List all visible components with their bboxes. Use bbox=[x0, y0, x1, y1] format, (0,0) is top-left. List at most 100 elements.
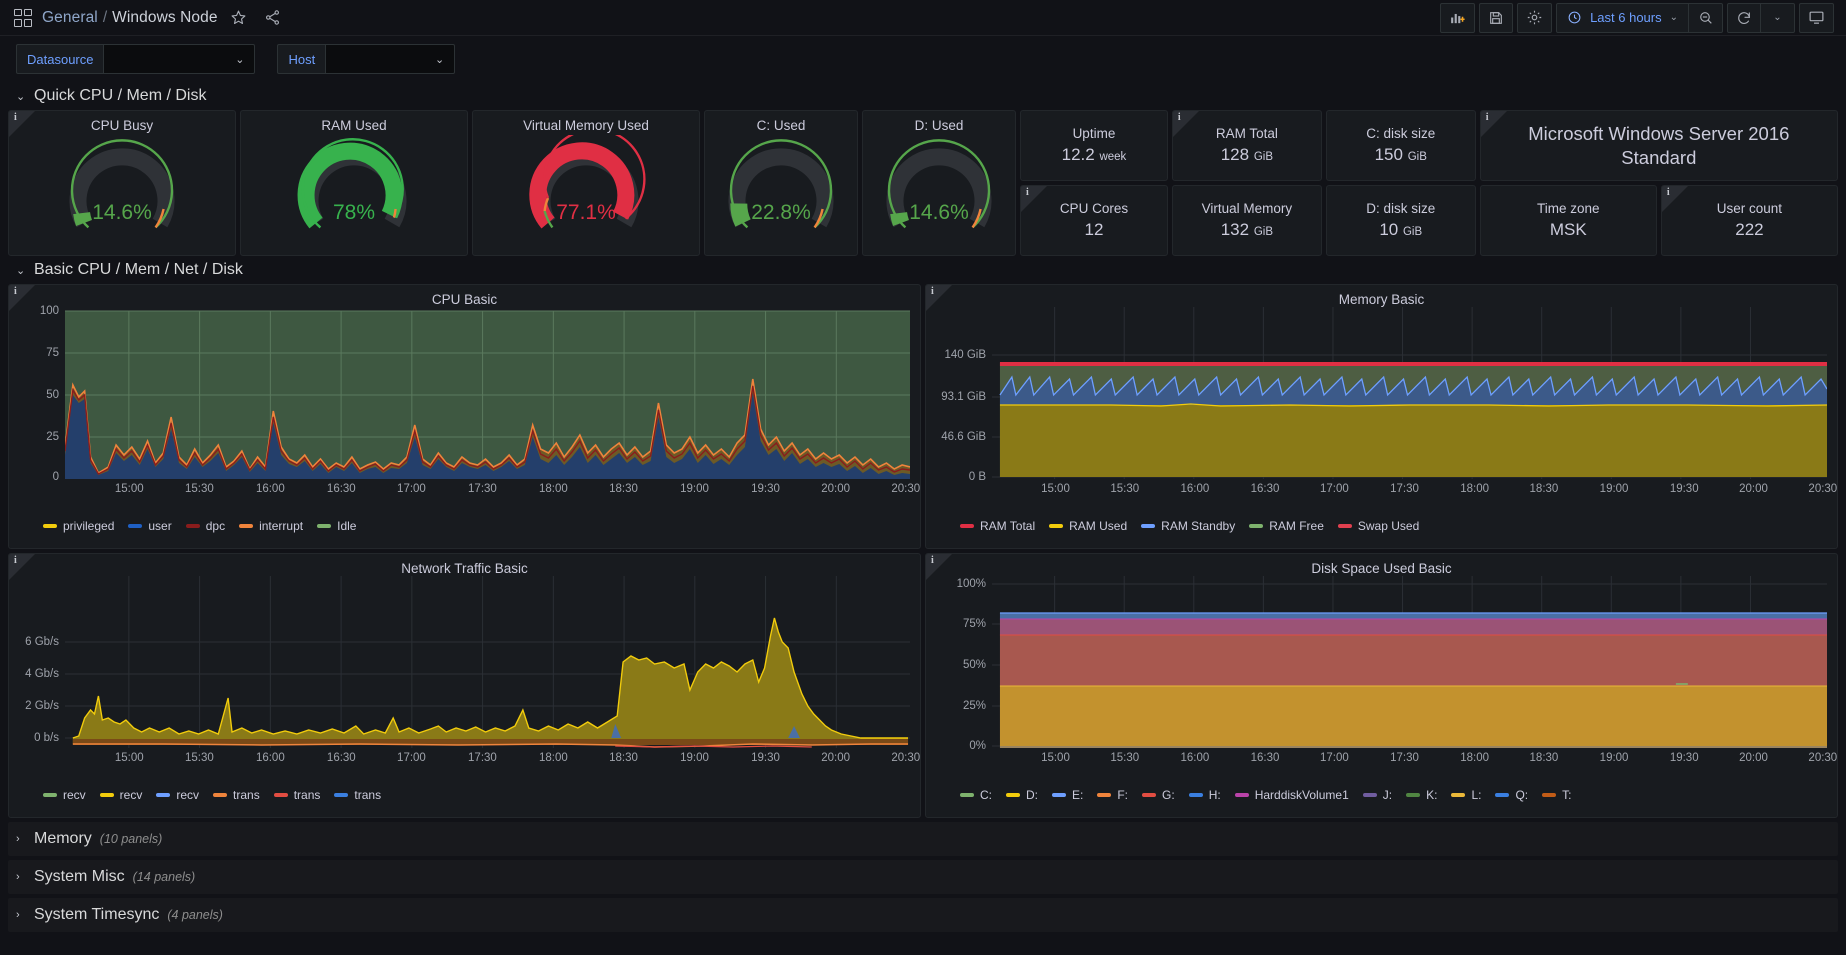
panel-d-used: D: Used 14.6% bbox=[862, 110, 1016, 256]
legend-item[interactable]: dpc bbox=[185, 519, 225, 533]
legend-item[interactable]: Q: bbox=[1495, 788, 1528, 802]
save-dashboard-button[interactable] bbox=[1479, 2, 1514, 33]
legend-label: Q: bbox=[1515, 788, 1529, 802]
legend-label: G: bbox=[1162, 788, 1175, 802]
legend-item[interactable]: RAM Used bbox=[1049, 519, 1127, 533]
info-icon[interactable]: i bbox=[1486, 112, 1489, 123]
legend-item[interactable]: trans bbox=[213, 788, 260, 802]
legend-item[interactable]: interrupt bbox=[239, 519, 303, 533]
legend-item[interactable]: trans bbox=[273, 788, 320, 802]
dashboard-grid-icon[interactable] bbox=[14, 8, 32, 27]
legend-item[interactable]: RAM Free bbox=[1249, 519, 1324, 533]
gauge-ram-used: 78% bbox=[241, 135, 467, 240]
y-tick: 46.6 GiB bbox=[941, 431, 986, 443]
legend-item[interactable]: H: bbox=[1188, 788, 1221, 802]
row-header-memory[interactable]: › Memory (10 panels) bbox=[8, 822, 1838, 856]
plot-area-disk-space[interactable] bbox=[992, 576, 1827, 748]
info-icon[interactable]: i bbox=[14, 286, 17, 297]
legend-swatch bbox=[1006, 793, 1020, 797]
panel-memory-basic: i Memory Basic 140 GiB 93.1 GiB 46.6 GiB… bbox=[925, 284, 1838, 549]
legend-swatch bbox=[1451, 793, 1466, 797]
legend-label: RAM Free bbox=[1269, 519, 1324, 533]
row-header-system-misc[interactable]: › System Misc (14 panels) bbox=[8, 860, 1838, 894]
panel-os-version: i Microsoft Windows Server 2016 Standard bbox=[1479, 110, 1838, 181]
panel-title: RAM Total bbox=[1215, 126, 1278, 141]
info-icon[interactable]: i bbox=[1178, 112, 1181, 123]
legend-item[interactable]: recv bbox=[99, 788, 142, 802]
row-header-quick-cpu-mem-disk[interactable]: ⌄ Quick CPU / Mem / Disk bbox=[0, 82, 1846, 110]
legend-swatch bbox=[43, 793, 57, 797]
panel-title: D: disk size bbox=[1366, 201, 1436, 216]
share-icon[interactable] bbox=[260, 5, 286, 31]
legend-swatch bbox=[1362, 793, 1377, 797]
legend-label: E: bbox=[1072, 788, 1084, 802]
gauge-value-text: 78% bbox=[333, 201, 375, 224]
legend-item[interactable]: Idle bbox=[317, 519, 356, 533]
legend-item[interactable]: J: bbox=[1362, 788, 1392, 802]
y-tick: 25 bbox=[46, 431, 59, 443]
info-icon[interactable]: i bbox=[14, 555, 17, 566]
refresh-button[interactable] bbox=[1727, 2, 1761, 33]
add-panel-button[interactable] bbox=[1440, 2, 1476, 33]
legend-item[interactable]: HarddiskVolume1 bbox=[1234, 788, 1349, 802]
legend-swatch bbox=[99, 793, 114, 797]
breadcrumb-current[interactable]: Windows Node bbox=[112, 9, 217, 27]
legend-item[interactable]: RAM Standby bbox=[1141, 519, 1235, 533]
star-icon[interactable] bbox=[226, 5, 252, 31]
host-select[interactable]: ⌄ bbox=[325, 44, 456, 74]
panel-title: User count bbox=[1716, 201, 1783, 216]
panel-d-disk-size: D: disk size 10 GiB bbox=[1325, 185, 1476, 256]
legend-item[interactable]: G: bbox=[1142, 788, 1175, 802]
legend-item[interactable]: trans bbox=[334, 788, 381, 802]
info-icon[interactable]: i bbox=[1026, 187, 1029, 198]
row-title: System Misc bbox=[34, 868, 125, 885]
legend-item[interactable]: E: bbox=[1052, 788, 1083, 802]
info-icon[interactable]: i bbox=[1667, 187, 1670, 198]
plot-area-memory-basic[interactable] bbox=[992, 307, 1827, 479]
legend-item[interactable]: recv bbox=[156, 788, 199, 802]
legend-swatch bbox=[1542, 793, 1557, 797]
legend-item[interactable]: C: bbox=[960, 788, 992, 802]
legend-swatch bbox=[1337, 524, 1352, 528]
info-icon[interactable]: i bbox=[14, 112, 17, 123]
row-header-system-timesync[interactable]: › System Timesync (4 panels) bbox=[8, 898, 1838, 932]
gauge-value-text: 77.1% bbox=[556, 201, 616, 224]
plot-area-network-basic[interactable] bbox=[65, 576, 910, 748]
row-header-basic-cpu-mem-net-disk[interactable]: ⌄ Basic CPU / Mem / Net / Disk bbox=[0, 256, 1846, 284]
time-range-picker[interactable]: Last 6 hours ⌄ bbox=[1556, 2, 1689, 33]
tv-mode-button[interactable] bbox=[1799, 2, 1834, 33]
panel-info-corner bbox=[1172, 111, 1199, 137]
info-icon[interactable]: i bbox=[931, 286, 934, 297]
chart-body: 6 Gb/s 4 Gb/s 2 Gb/s 0 b/s 15:00 15:30 1… bbox=[9, 576, 920, 782]
variable-datasource: Datasource ⌄ bbox=[16, 44, 256, 74]
legend-item[interactable]: RAM Total bbox=[960, 519, 1035, 533]
dashboard-settings-button[interactable] bbox=[1517, 2, 1553, 33]
legend-item[interactable]: L: bbox=[1451, 788, 1481, 802]
legend-swatch bbox=[128, 524, 143, 528]
legend-item[interactable]: D: bbox=[1006, 788, 1038, 802]
chart-body: 100 75 50 25 0 15:00 15:30 16:00 16:30 1… bbox=[9, 305, 920, 513]
datasource-select[interactable]: ⌄ bbox=[103, 44, 256, 74]
x-tick: 16:30 bbox=[1250, 483, 1280, 495]
legend-item[interactable]: F: bbox=[1097, 788, 1128, 802]
x-tick: 15:00 bbox=[1041, 483, 1070, 495]
breadcrumb-general[interactable]: General bbox=[42, 9, 98, 27]
legend-swatch bbox=[1406, 793, 1421, 797]
legend-swatch bbox=[1249, 524, 1264, 528]
legend-item[interactable]: Swap Used bbox=[1337, 519, 1419, 533]
legend-item[interactable]: recv bbox=[43, 788, 86, 802]
info-icon[interactable]: i bbox=[931, 555, 934, 566]
x-tick: 17:30 bbox=[468, 483, 497, 495]
row-title: Memory bbox=[34, 830, 92, 847]
legend-item[interactable]: T: bbox=[1542, 788, 1571, 802]
panel-title: Disk Space Used Basic bbox=[1311, 561, 1452, 576]
x-tick: 18:30 bbox=[1529, 483, 1559, 495]
zoom-out-time-button[interactable] bbox=[1689, 2, 1723, 33]
grafana-dashboard: General / Windows Node Last 6 hours ⌄ ⌄ … bbox=[0, 0, 1846, 955]
quick-stats-row: i CPU Busy 14.6% RAM Used 78% Virtual Me… bbox=[0, 110, 1846, 256]
legend-item[interactable]: K: bbox=[1406, 788, 1437, 802]
legend-item[interactable]: privileged bbox=[43, 519, 114, 533]
plot-area-cpu-basic[interactable] bbox=[65, 307, 910, 479]
refresh-interval-picker[interactable]: ⌄ bbox=[1761, 2, 1795, 33]
legend-item[interactable]: user bbox=[128, 519, 172, 533]
